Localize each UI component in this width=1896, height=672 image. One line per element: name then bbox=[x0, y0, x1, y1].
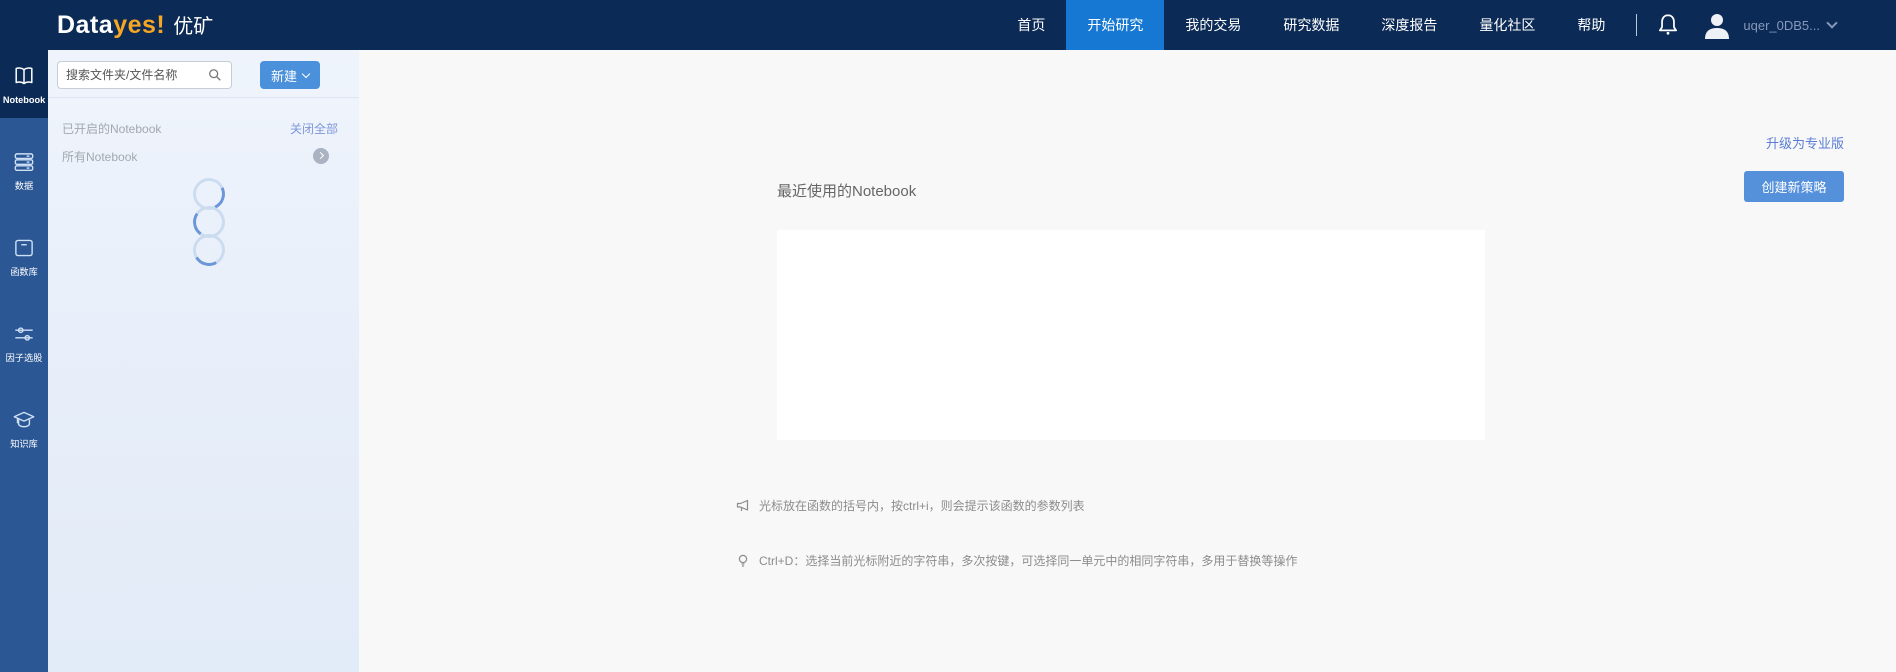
sidebar-item-label: 数据 bbox=[15, 181, 33, 191]
nav-item-my-trades[interactable]: 我的交易 bbox=[1164, 0, 1262, 50]
notification-bell-icon[interactable] bbox=[1655, 11, 1681, 39]
left-icon-sidebar: Notebook 数据 函数库 bbox=[0, 50, 48, 672]
sidebar-item-label: Notebook bbox=[3, 95, 45, 105]
sidebar-item-label: 因子选股 bbox=[6, 353, 43, 363]
tip-text: 光标放在函数的括号内，按ctrl+i，则会提示该函数的参数列表 bbox=[759, 498, 1085, 514]
megaphone-icon bbox=[735, 498, 751, 514]
sidebar-item-function-library[interactable]: 函数库 bbox=[0, 222, 48, 290]
tip-row: 光标放在函数的括号内，按ctrl+i，则会提示该函数的参数列表 bbox=[735, 498, 1085, 514]
function-library-icon bbox=[11, 235, 37, 261]
main-content: 升级为专业版 最近使用的Notebook 创建新策略 光标放在函数的括号内，按c… bbox=[359, 50, 1896, 672]
knowledge-cap-icon bbox=[11, 407, 37, 433]
factor-sliders-icon bbox=[11, 321, 37, 347]
datayes-logo[interactable]: Datayes! 优矿 bbox=[57, 10, 213, 40]
sidebar-item-label: 知识库 bbox=[10, 439, 38, 449]
opened-notebooks-label: 已开启的Notebook bbox=[62, 120, 161, 137]
username-label[interactable]: uqer_0DB5... bbox=[1743, 18, 1820, 33]
new-button[interactable]: 新建 bbox=[260, 61, 320, 89]
all-notebooks-label: 所有Notebook bbox=[62, 148, 137, 165]
nav-item-deep-reports[interactable]: 深度报告 bbox=[1360, 0, 1458, 50]
chevron-down-icon[interactable] bbox=[1826, 17, 1837, 28]
top-navbar: Datayes! 优矿 首页 开始研究 我的交易 研究数据 深度报告 量化社区 … bbox=[0, 0, 1896, 50]
nav-divider bbox=[1636, 14, 1637, 36]
upgrade-pro-link[interactable]: 升级为专业版 bbox=[1766, 133, 1844, 152]
nav-item-research-data[interactable]: 研究数据 bbox=[1262, 0, 1360, 50]
logo-text-data: Data bbox=[57, 11, 113, 40]
loading-spinner bbox=[193, 178, 225, 266]
bulb-icon bbox=[735, 553, 751, 569]
sidebar-item-notebook[interactable]: Notebook bbox=[0, 50, 48, 118]
database-icon bbox=[11, 149, 37, 175]
nav-item-help[interactable]: 帮助 bbox=[1556, 0, 1626, 50]
user-avatar[interactable] bbox=[1701, 9, 1733, 41]
sidebar-item-factor-screening[interactable]: 因子选股 bbox=[0, 308, 48, 376]
logo-text-uqer: 优矿 bbox=[173, 10, 213, 39]
create-strategy-button[interactable]: 创建新策略 bbox=[1744, 171, 1844, 202]
logo-text-yes: yes! bbox=[113, 11, 165, 40]
tip-row: Ctrl+D：选择当前光标附近的字符串，多次按键，可选择同一单元中的相同字符串，… bbox=[735, 553, 1297, 569]
recent-notebook-title: 最近使用的Notebook bbox=[777, 180, 916, 201]
opened-notebooks-row: 已开启的Notebook 关闭全部 bbox=[62, 120, 338, 136]
nav-item-start-research[interactable]: 开始研究 bbox=[1066, 0, 1164, 50]
sidebar-item-knowledge-base[interactable]: 知识库 bbox=[0, 394, 48, 462]
tip-text: Ctrl+D：选择当前光标附近的字符串，多次按键，可选择同一单元中的相同字符串，… bbox=[759, 553, 1297, 569]
new-button-label: 新建 bbox=[271, 66, 297, 85]
nav-menu: 首页 开始研究 我的交易 研究数据 深度报告 量化社区 帮助 uqer_0DB5… bbox=[996, 0, 1896, 50]
chevron-down-icon bbox=[302, 69, 310, 77]
spinner-ring bbox=[189, 230, 228, 269]
expand-chevron-icon[interactable] bbox=[313, 148, 329, 164]
nav-item-quant-community[interactable]: 量化社区 bbox=[1458, 0, 1556, 50]
recent-notebook-panel bbox=[777, 230, 1485, 440]
nav-item-home[interactable]: 首页 bbox=[996, 0, 1066, 50]
sidebar-item-label: 函数库 bbox=[10, 267, 38, 277]
notebook-icon bbox=[11, 63, 37, 89]
close-all-link[interactable]: 关闭全部 bbox=[290, 120, 338, 137]
search-input[interactable] bbox=[57, 61, 232, 89]
all-notebooks-row[interactable]: 所有Notebook bbox=[62, 147, 338, 165]
sidebar-item-data[interactable]: 数据 bbox=[0, 136, 48, 204]
notebook-file-panel: 新建 已开启的Notebook 关闭全部 所有Notebook bbox=[48, 50, 359, 672]
